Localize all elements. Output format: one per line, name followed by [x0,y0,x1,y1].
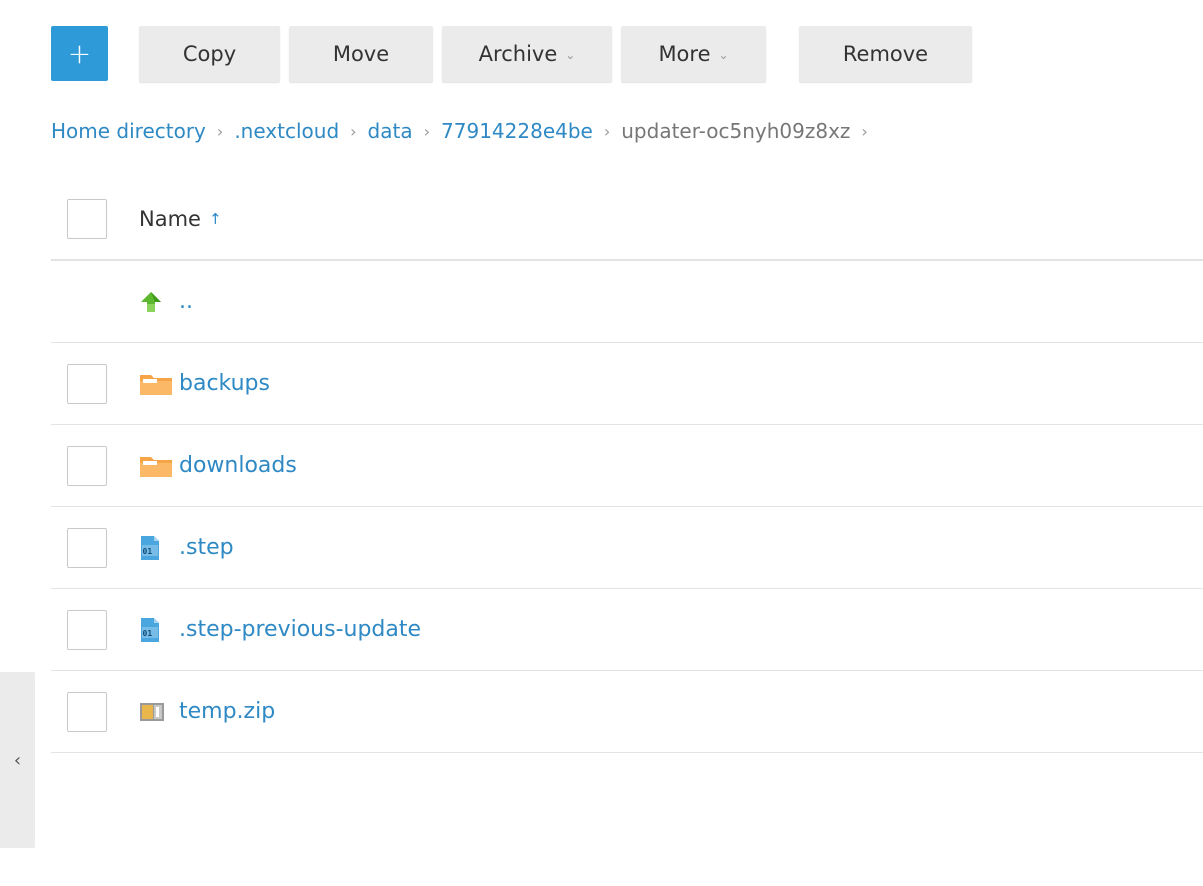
breadcrumb-data[interactable]: data [368,119,413,143]
file-name-cell[interactable]: backups [139,370,270,398]
file-row[interactable]: downloads [51,425,1203,507]
row-checkbox[interactable] [67,445,107,486]
file-name-cell[interactable]: 01 .step-previous-update [139,616,421,644]
parent-directory-icon [139,288,173,316]
file-row[interactable]: 01 .step-previous-update [51,589,1203,671]
breadcrumb-instance[interactable]: 77914228e4be [441,119,593,143]
file-row[interactable]: backups [51,343,1203,425]
row-checkbox[interactable] [67,527,107,568]
row-checkbox[interactable] [67,363,107,404]
side-panel-toggle[interactable]: ‹ [0,672,35,848]
parent-directory-cell[interactable]: .. [139,288,193,316]
folder-icon [139,370,173,398]
file-name-link[interactable]: backups [179,371,270,396]
remove-button[interactable]: Remove [799,26,972,82]
chevron-right-icon: › [603,121,611,141]
breadcrumb-current: updater-oc5nyh09z8xz [621,119,851,143]
parent-directory-link[interactable]: .. [179,289,193,314]
copy-button-label: Copy [182,42,237,66]
file-row[interactable]: temp.zip [51,671,1203,753]
file-name-link[interactable]: temp.zip [179,699,275,724]
remove-button-label: Remove [842,42,929,66]
archive-file-icon [139,698,173,726]
breadcrumb-home[interactable]: Home directory [51,119,206,143]
binary-file-icon: 01 [139,534,173,562]
chevron-down-icon: ⌄ [565,48,576,62]
svg-text:01: 01 [143,629,153,638]
archive-dropdown-button[interactable]: Archive ⌄ [442,26,612,82]
archive-button-label: Archive [478,42,558,66]
sort-ascending-icon: ↑ [208,209,222,228]
chevron-right-icon: › [350,121,357,141]
chevron-right-icon: › [216,121,224,141]
add-button[interactable]: + [51,26,108,81]
file-list-header: Name ↑ [51,178,1203,261]
svg-text:01: 01 [143,547,153,556]
breadcrumb-nextcloud[interactable]: .nextcloud [234,119,339,143]
file-name-cell[interactable]: downloads [139,452,297,480]
row-checkbox[interactable] [67,609,107,650]
chevron-right-icon: › [423,121,431,141]
file-row[interactable]: 01 .step [51,507,1203,589]
file-name-link[interactable]: downloads [179,453,297,478]
copy-button[interactable]: Copy [139,26,280,82]
chevron-right-icon: › [861,121,868,141]
file-name-link[interactable]: .step [179,535,234,560]
more-button-label: More [658,42,711,66]
file-name-link[interactable]: .step-previous-update [179,617,421,642]
chevron-left-icon: ‹ [13,749,22,771]
toolbar: + Copy Move Archive ⌄ More ⌄ Remove [51,26,972,82]
move-button-label: Move [332,42,390,66]
select-all-checkbox[interactable] [67,198,107,239]
binary-file-icon: 01 [139,616,173,644]
more-dropdown-button[interactable]: More ⌄ [621,26,766,82]
folder-icon [139,452,173,480]
row-checkbox[interactable] [67,691,107,732]
breadcrumb: Home directory › .nextcloud › data › 779… [51,116,879,146]
file-name-cell[interactable]: 01 .step [139,534,234,562]
move-button[interactable]: Move [289,26,433,82]
name-column-label: Name [139,206,201,231]
name-column-header[interactable]: Name ↑ [139,207,222,231]
plus-icon: + [67,36,92,70]
chevron-down-icon: ⌄ [718,48,729,62]
parent-directory-row[interactable]: .. [51,261,1203,343]
file-list: Name ↑ .. backups downloads 01 .step 01 … [51,178,1203,753]
file-name-cell[interactable]: temp.zip [139,698,275,726]
